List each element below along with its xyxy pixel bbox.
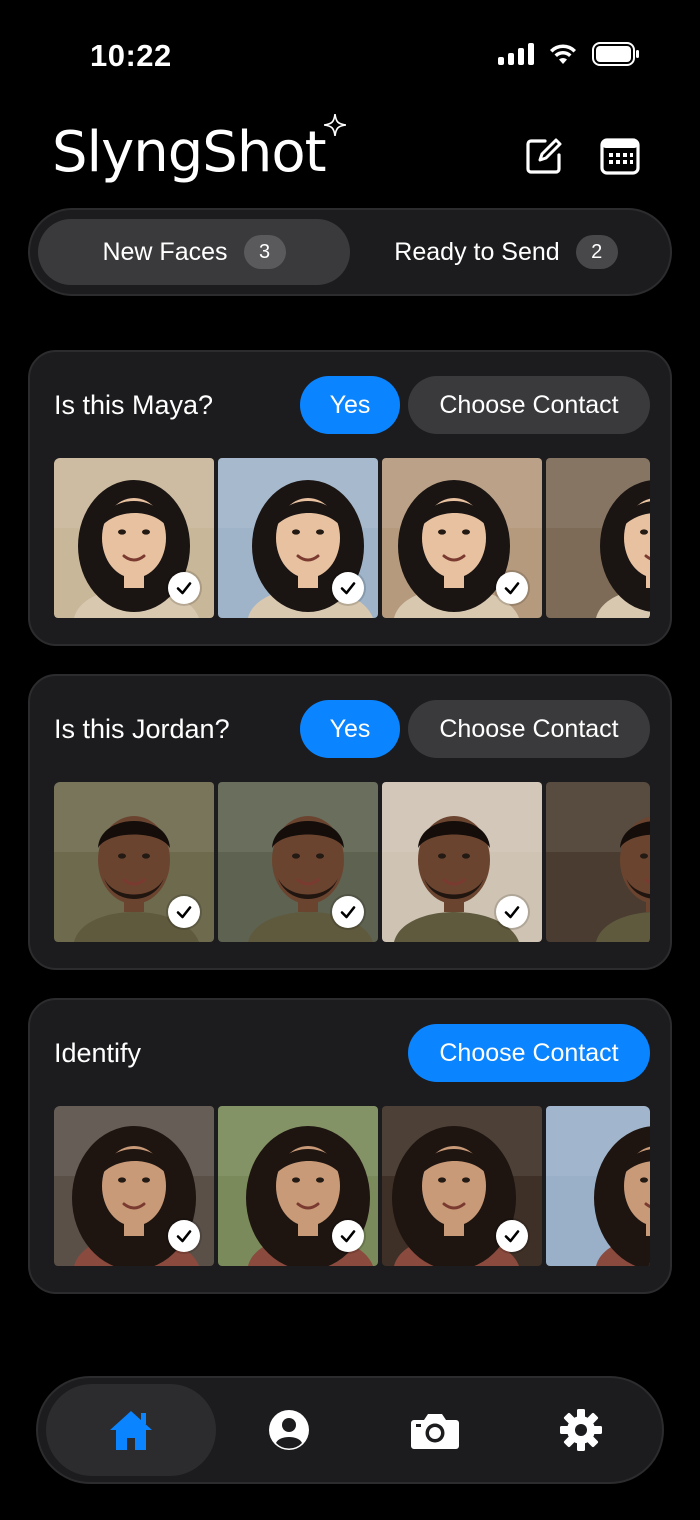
card-title: Is this Maya? [54, 390, 214, 420]
selected-check-icon[interactable] [496, 1220, 528, 1252]
photo-strip [54, 458, 650, 620]
face-photo[interactable] [218, 782, 378, 942]
card-title: Identify [54, 1038, 142, 1068]
selected-check-icon[interactable] [168, 572, 200, 604]
face-photo[interactable] [218, 1106, 378, 1266]
choose-contact-button[interactable]: Choose Contact [408, 376, 650, 434]
status-icons [498, 42, 640, 66]
choose-contact-button[interactable]: Choose Contact [408, 700, 650, 758]
face-card-maya: Is this Maya? Yes Choose Contact [28, 350, 672, 646]
photo-strip [54, 782, 650, 944]
cellular-signal-icon [498, 43, 534, 65]
yes-button[interactable]: Yes [300, 376, 400, 434]
tab-ready-to-send[interactable]: Ready to Send 2 [350, 219, 662, 285]
compose-icon [526, 138, 562, 174]
sparkle-icon [323, 114, 346, 136]
face-photo[interactable] [546, 782, 650, 942]
status-time: 10:22 [90, 38, 172, 73]
segmented-control: New Faces 3 Ready to Send 2 [28, 208, 672, 296]
selected-check-icon[interactable] [332, 572, 364, 604]
camera-icon [411, 1414, 459, 1449]
compose-button[interactable] [522, 134, 566, 178]
selected-check-icon[interactable] [332, 896, 364, 928]
tab-home[interactable] [46, 1384, 216, 1476]
face-photo[interactable] [382, 1106, 542, 1266]
tab-settings[interactable] [508, 1384, 654, 1476]
face-photo[interactable] [54, 458, 214, 618]
face-photo[interactable] [546, 458, 650, 618]
tab-ready-to-send-label: Ready to Send [394, 237, 560, 266]
face-photo[interactable] [382, 782, 542, 942]
battery-icon [592, 42, 639, 66]
status-bar: 10:22 [0, 0, 700, 110]
wifi-icon [550, 44, 576, 64]
app-logo: SlyngShot [52, 114, 346, 185]
selected-check-icon[interactable] [496, 572, 528, 604]
tab-new-faces-label: New Faces [102, 237, 228, 266]
face-photo[interactable] [546, 1106, 650, 1266]
choose-contact-button[interactable]: Choose Contact [408, 1024, 650, 1082]
face-card-identify: Identify Choose Contact [28, 998, 672, 1294]
face-photo[interactable] [218, 458, 378, 618]
yes-button[interactable]: Yes [300, 700, 400, 758]
face-photo[interactable] [54, 1106, 214, 1266]
new-faces-count-badge: 3 [243, 235, 286, 269]
calendar-icon [600, 138, 640, 175]
face-photo[interactable] [382, 458, 542, 618]
gear-icon [560, 1409, 602, 1451]
card-title: Is this Jordan? [54, 714, 230, 744]
bottom-tab-bar [36, 1376, 664, 1484]
selected-check-icon[interactable] [168, 1220, 200, 1252]
face-photo[interactable] [54, 782, 214, 942]
selected-check-icon[interactable] [168, 896, 200, 928]
tab-camera[interactable] [362, 1384, 508, 1476]
face-card-jordan: Is this Jordan? Yes Choose Contact [28, 674, 672, 970]
tab-new-faces[interactable]: New Faces 3 [38, 219, 350, 285]
calendar-button[interactable] [598, 134, 642, 178]
home-icon [110, 1411, 152, 1450]
selected-check-icon[interactable] [332, 1220, 364, 1252]
ready-to-send-count-badge: 2 [575, 235, 618, 269]
photo-strip [54, 1106, 650, 1268]
tab-profile[interactable] [216, 1384, 362, 1476]
profile-icon [269, 1410, 309, 1450]
selected-check-icon[interactable] [496, 896, 528, 928]
